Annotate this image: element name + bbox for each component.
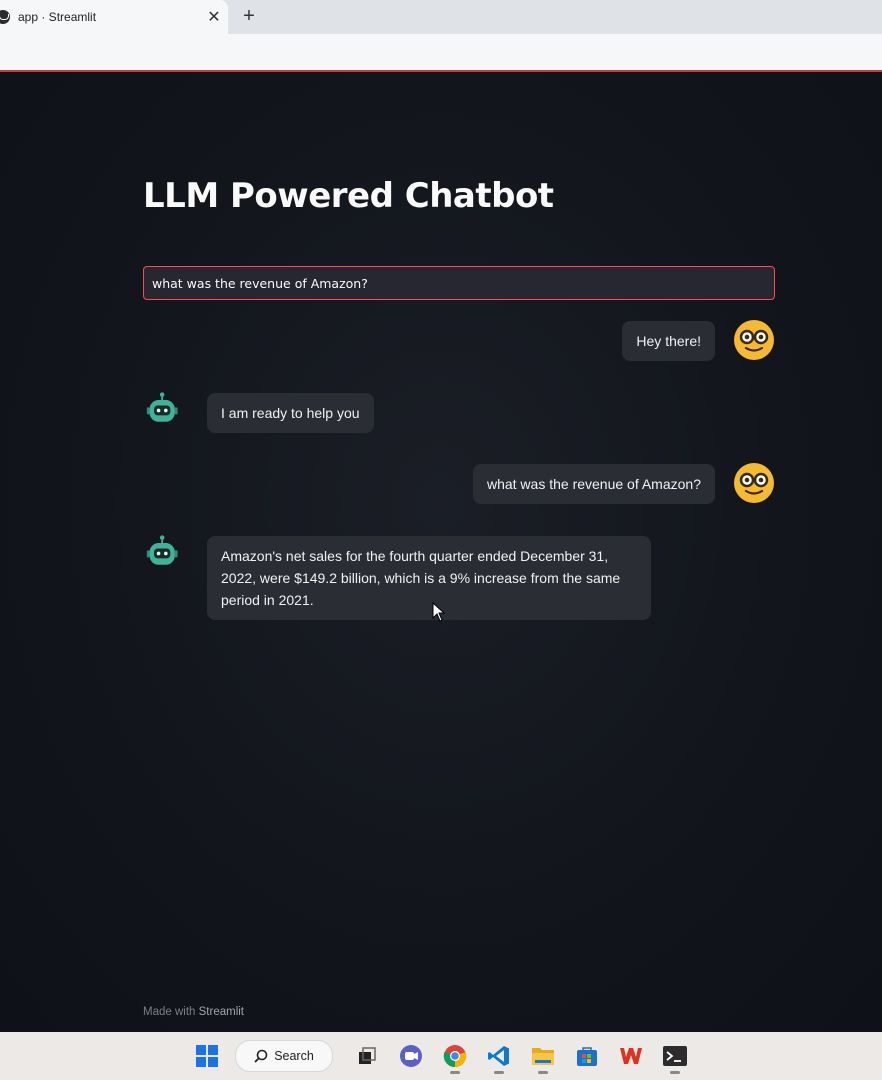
message-bubble: Amazon's net sales for the fourth quarte…: [207, 536, 651, 620]
footer: Made with Streamlit: [143, 1006, 244, 1018]
message-bubble: I am ready to help you: [207, 393, 374, 433]
browser-tabstrip: app · Streamlit ✕ +: [0, 0, 882, 34]
browser-toolbar: [0, 34, 882, 70]
windows-start-icon[interactable]: [187, 1036, 227, 1076]
nerd-face-icon: [734, 463, 774, 503]
page-title: LLM Powered Chatbot: [143, 176, 554, 216]
mouse-cursor-icon: [432, 602, 446, 622]
message-bubble: Hey there!: [622, 321, 715, 361]
tab-close-icon[interactable]: ✕: [200, 7, 228, 27]
chrome-icon[interactable]: [435, 1036, 475, 1076]
footer-prefix: Made with: [143, 1006, 196, 1018]
taskbar-search[interactable]: Search: [235, 1040, 333, 1072]
chat-message-assistant: Amazon's net sales for the fourth quarte…: [145, 534, 651, 620]
wps-office-icon[interactable]: [611, 1036, 651, 1076]
search-icon: [254, 1049, 268, 1063]
vscode-icon[interactable]: [479, 1036, 519, 1076]
terminal-icon[interactable]: [655, 1036, 695, 1076]
chat-message-assistant: I am ready to help you: [145, 391, 374, 433]
windows-taskbar: Search: [0, 1032, 882, 1080]
chat-message-user: Hey there!: [622, 319, 775, 361]
tab-title: app · Streamlit: [18, 10, 97, 24]
message-bubble: what was the revenue of Amazon?: [472, 464, 715, 504]
chat-message-user: what was the revenue of Amazon?: [472, 462, 775, 504]
task-view-icon[interactable]: [347, 1036, 387, 1076]
browser-tab-active[interactable]: app · Streamlit ✕: [0, 0, 228, 34]
robot-icon: [146, 392, 178, 422]
footer-streamlit-link[interactable]: Streamlit: [199, 1006, 244, 1018]
chat-input[interactable]: [143, 266, 775, 300]
robot-icon: [146, 535, 178, 565]
file-explorer-icon[interactable]: [523, 1036, 563, 1076]
new-tab-button[interactable]: +: [238, 5, 260, 27]
store-icon[interactable]: [567, 1036, 607, 1076]
chat-icon[interactable]: [391, 1036, 431, 1076]
nerd-face-icon: [734, 320, 774, 360]
streamlit-favicon-icon: [0, 10, 10, 24]
search-label: Search: [274, 1049, 314, 1063]
